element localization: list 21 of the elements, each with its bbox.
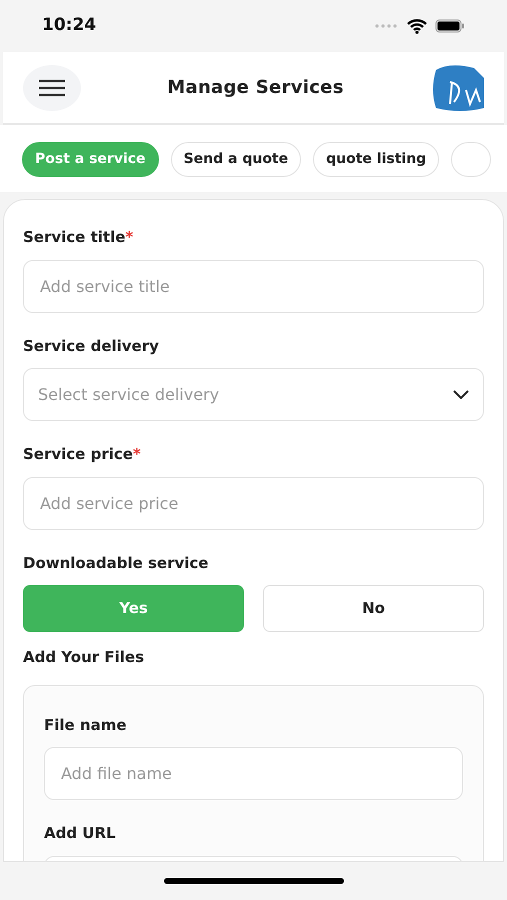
menu-icon (38, 78, 66, 96)
input-field[interactable]: Add service title (23, 260, 484, 312)
toggle-button[interactable]: No (263, 585, 484, 632)
field-label: Add Your Files (23, 647, 146, 668)
page-title: Manage Services (166, 76, 345, 100)
input-field[interactable]: Add service price (23, 476, 484, 530)
field-label: Service price* (23, 444, 142, 465)
avatar-icon[interactable] (430, 64, 484, 112)
battery-icon (435, 19, 465, 33)
tab[interactable]: quote listing (313, 142, 440, 177)
field-label: File name (44, 714, 128, 736)
field-label: Service title* (23, 227, 134, 248)
field-label: Downloadable service (23, 552, 210, 574)
field-label: Service delivery (23, 336, 160, 356)
field-label: Add URL (44, 823, 117, 844)
input-field[interactable]: Add file name (44, 747, 463, 800)
wifi-icon (407, 18, 427, 34)
signal-icon (375, 24, 399, 28)
status-time: 10:24 (42, 14, 96, 38)
tab[interactable]: Send a quote (170, 142, 302, 177)
chevron-down-icon (453, 390, 469, 399)
